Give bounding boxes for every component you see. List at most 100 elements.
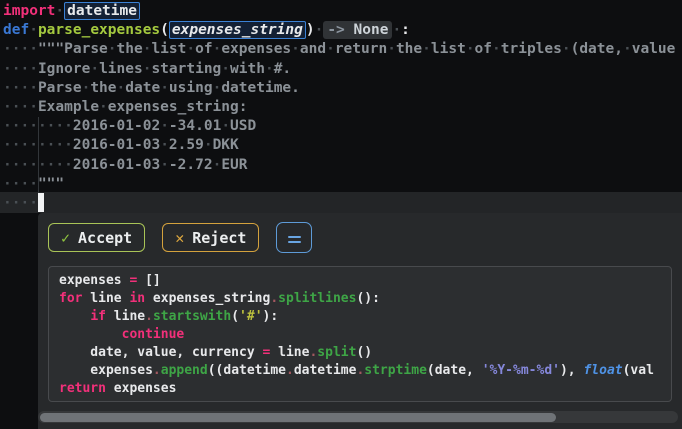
whitespace-dot: · (212, 79, 222, 96)
code-line: for line in expenses_string.splitlines()… (59, 290, 661, 308)
code-segment: lines (99, 60, 143, 77)
code-segment: Parse (37, 79, 82, 96)
code-line: date, value, currency = line.split() (59, 344, 661, 362)
code-segment: expenses (59, 273, 130, 288)
scrollbar-thumb[interactable] (40, 412, 556, 422)
suggestion-toolbar: ✓ Accept ✕ Reject (38, 213, 682, 253)
code-segment: EUR (221, 156, 248, 173)
code-editor-window: import· datetime def·parse_expenses(expens… (0, 0, 682, 429)
code-segment: expenses (59, 363, 153, 378)
suggestion-panel: ✓ Accept ✕ Reject expenses = [] for line … (38, 213, 682, 429)
code-segment: for (59, 291, 83, 306)
code-line: ········2016-01-02·-34.01·USD (3, 117, 682, 136)
code-line: ···· (3, 194, 682, 213)
whitespace-dot: · (29, 137, 38, 154)
whitespace-dot: · (29, 98, 38, 115)
code-segment: -34.01 (168, 118, 222, 135)
code-line: ····Ignore·lines·starting·with·#. (3, 60, 682, 79)
code-segment: append (160, 363, 208, 378)
code-segment: return (59, 381, 106, 396)
whitespace-dot: · (55, 118, 65, 135)
whitespace-dot: · (20, 175, 30, 192)
code-segment: Example (37, 98, 100, 115)
whitespace-dot: · (212, 156, 222, 173)
code-segment: [] (137, 273, 161, 288)
accept-button-label: Accept (78, 228, 133, 247)
whitespace-dot: · (203, 137, 213, 154)
whitespace-dot: · (422, 41, 431, 58)
whitespace-dot: · (55, 3, 65, 19)
code-segment: 2016-01-03 (72, 156, 161, 173)
reject-button[interactable]: ✕ Reject (162, 223, 260, 252)
code-line: ····Parse·the·date·using·datetime. (3, 79, 682, 98)
code-segment: ( (231, 309, 240, 324)
code-segment: strptime (364, 363, 427, 378)
whitespace-dot: · (20, 98, 30, 115)
text-cursor (38, 193, 44, 212)
code-segment: list (430, 41, 466, 58)
code-line: ····Example·expenses_string: (3, 98, 682, 117)
code-line: return expenses (59, 380, 661, 398)
reject-button-label: Reject (192, 228, 247, 247)
code-segment: -> (323, 21, 345, 40)
whitespace-dot: · (221, 118, 231, 135)
whitespace-dot: · (37, 137, 47, 154)
code-segment: using (168, 79, 213, 96)
code-line: if line.startswith('#'): (59, 308, 661, 326)
whitespace-dot: · (29, 175, 38, 192)
whitespace-dot: · (3, 194, 12, 211)
code-segment: continue (121, 327, 185, 342)
x-icon: ✕ (175, 228, 185, 247)
code-segment: """Parse (37, 41, 108, 58)
whitespace-dot: · (20, 194, 30, 211)
code-line: import· datetime (3, 2, 682, 21)
code-segment: datetime (293, 363, 357, 378)
whitespace-dot: · (160, 118, 169, 135)
code-segment: . (286, 363, 294, 378)
code-segment: (): (356, 291, 380, 306)
horizontal-scrollbar[interactable] (38, 411, 678, 423)
whitespace-dot: · (221, 60, 231, 77)
whitespace-dot: · (160, 156, 169, 173)
whitespace-dot: · (20, 137, 30, 154)
code-segment: of (195, 41, 213, 58)
code-segment: if (90, 309, 106, 324)
whitespace-dot: · (116, 79, 126, 96)
whitespace-dot: · (29, 79, 38, 96)
code-segment: """ (37, 175, 65, 192)
whitespace-dot: · (3, 41, 12, 58)
code-segment: (date, (570, 41, 623, 58)
whitespace-dot: · (3, 60, 12, 77)
whitespace-dot: · (99, 98, 108, 115)
whitespace-dot: · (55, 156, 65, 173)
code-segment: starting (151, 60, 222, 77)
code-segment: expenses_string (145, 291, 271, 306)
code-segment: in (129, 291, 146, 306)
accept-button[interactable]: ✓ Accept (48, 223, 146, 252)
code-segment: (date, (426, 363, 482, 378)
code-segment: -2.72 (168, 156, 213, 173)
code-segment: import (3, 3, 56, 19)
whitespace-dot: · (492, 41, 501, 58)
suggested-code-block: expenses = [] for line in expenses_string… (48, 266, 672, 402)
whitespace-dot: · (264, 60, 274, 77)
whitespace-dot: · (326, 41, 335, 58)
code-segment: splitlines (278, 291, 357, 306)
code-segment: list (151, 41, 187, 58)
whitespace-dot: · (29, 41, 38, 58)
whitespace-dot: · (20, 118, 30, 135)
whitespace-dot: · (3, 175, 12, 192)
menu-button[interactable] (276, 222, 313, 253)
whitespace-dot: · (561, 41, 571, 58)
code-segment: ), (559, 363, 584, 378)
code-segment: with (230, 60, 265, 77)
whitespace-dot: · (3, 156, 12, 173)
whitespace-dot: · (64, 137, 73, 154)
code-line: expenses = [] (59, 272, 661, 290)
whitespace-dot: · (465, 41, 475, 58)
code-segment: the (395, 41, 423, 58)
whitespace-dot: · (3, 118, 12, 135)
code-segment: date, value, currency (59, 345, 263, 360)
whitespace-dot: · (37, 118, 47, 135)
